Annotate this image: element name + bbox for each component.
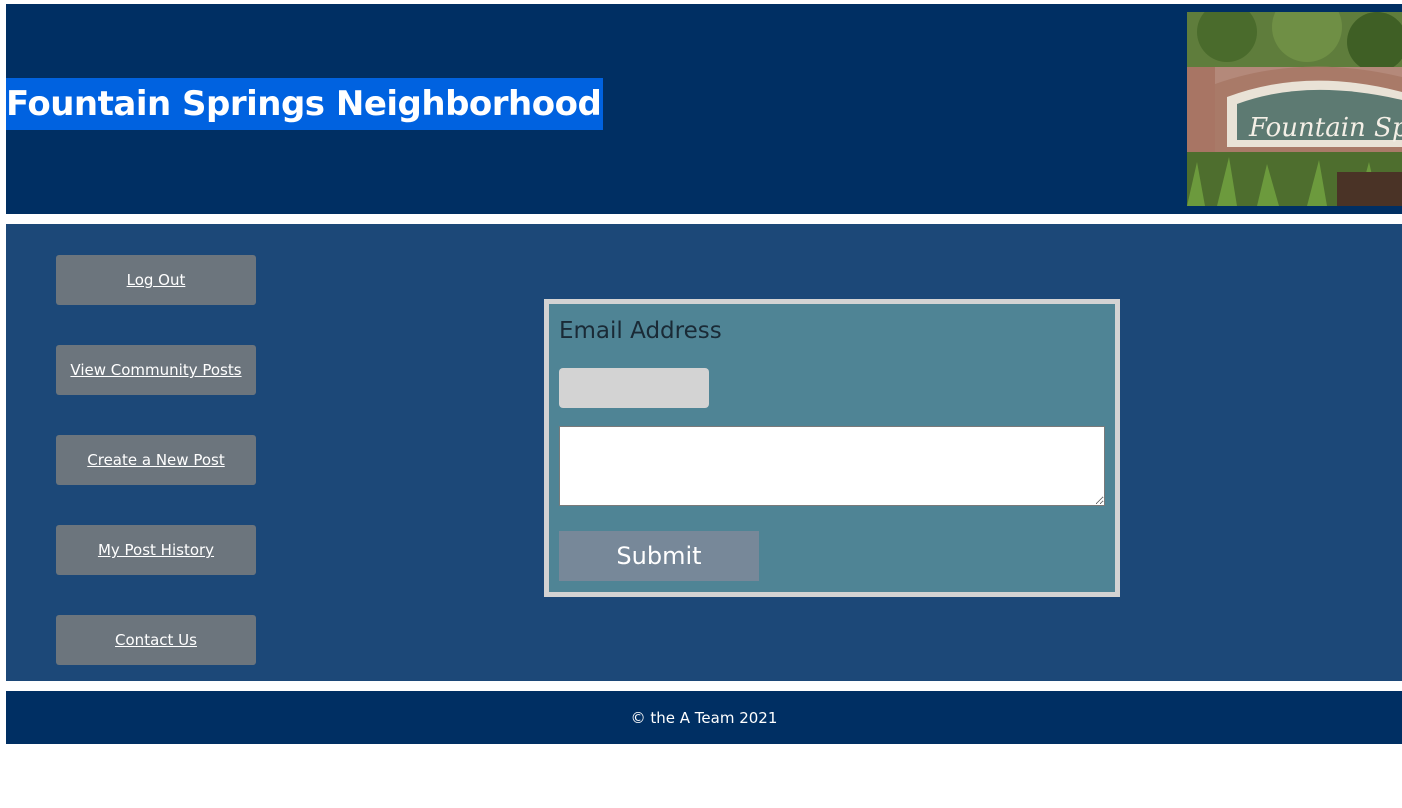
submit-button[interactable]: Submit [559,531,759,581]
nav-my-post-history-button[interactable]: My Post History [56,525,256,575]
nav-create-new-post-button[interactable]: Create a New Post [56,435,256,485]
email-label: Email Address [559,318,722,344]
message-textarea[interactable] [559,426,1105,506]
sign-lettering: Fountain Spring [1248,113,1402,143]
neighborhood-sign-photo: Fountain Spring [1187,12,1402,206]
email-field[interactable] [559,368,709,408]
nav-view-community-posts-button[interactable]: View Community Posts [56,345,256,395]
page-title: Fountain Springs Neighborhood [6,78,604,130]
nav-contact-us-button[interactable]: Contact Us [56,615,256,665]
nav-log-out-button[interactable]: Log Out [56,255,256,305]
main-content: Log Out View Community Posts Create a Ne… [6,224,1402,681]
site-footer: © the A Team 2021 [6,691,1402,744]
contact-form: Email Address Submit [544,299,1120,597]
site-header: Fountain Springs Neighborhood Fountain S… [6,4,1402,214]
copyright-text: © the A Team 2021 [630,708,778,727]
